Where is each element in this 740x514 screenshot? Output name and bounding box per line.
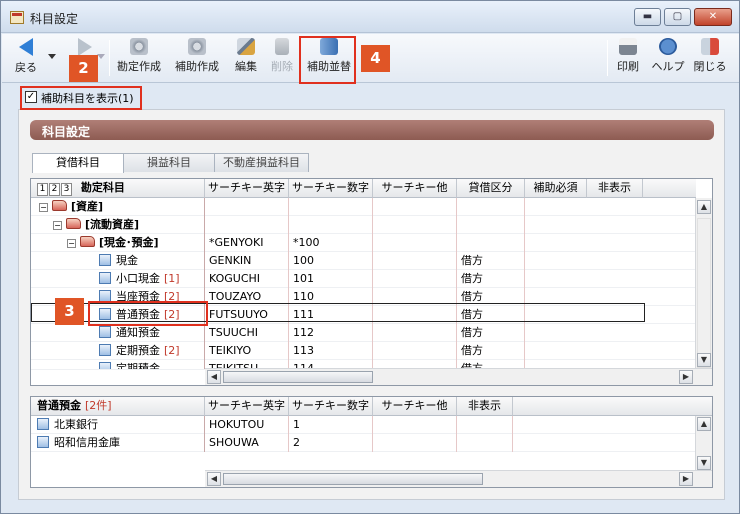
collapse-icon[interactable]: − xyxy=(53,221,62,230)
tab-profit-loss[interactable]: 損益科目 xyxy=(123,153,215,172)
table-row[interactable]: 現金 GENKIN 100 借方 xyxy=(31,252,696,270)
printer-icon xyxy=(619,38,637,55)
sub-scroll-down-icon[interactable]: ▼ xyxy=(697,456,711,470)
tab-balance[interactable]: 貸借科目 xyxy=(32,153,124,173)
minimize-button[interactable]: ▬ xyxy=(634,8,661,26)
scroll-thumb[interactable] xyxy=(223,371,373,383)
level-3-button[interactable]: 3 xyxy=(61,183,72,196)
main-window: 科目設定 ▬ ▢ ✕ 戻る 勘定作成 補助作成 編集 削除 補助並替 印刷 ヘル… xyxy=(0,0,740,514)
account-doc-icon xyxy=(99,362,111,369)
tab-real-estate[interactable]: 不動産損益科目 xyxy=(214,153,309,172)
create-sub-button[interactable]: 補助作成 xyxy=(172,38,222,80)
level-2-button[interactable]: 2 xyxy=(49,183,60,196)
table-row[interactable]: 小口現金 [1] KOGUCHI 101 借方 xyxy=(31,270,696,288)
column-header-search-alpha[interactable]: サーチキー英字 xyxy=(205,179,289,198)
table-row[interactable]: 通知預金 TSUUCHI 112 借方 xyxy=(31,324,696,342)
column-header-search-other[interactable]: サーチキー他 xyxy=(373,179,457,198)
create-account-button[interactable]: 勘定作成 xyxy=(114,38,164,80)
sub-table-row[interactable]: 北東銀行 HOKUTOU 1 xyxy=(31,416,696,434)
folder-icon xyxy=(52,200,67,211)
exit-icon xyxy=(701,38,719,55)
close-window-button[interactable]: ✕ xyxy=(694,8,732,26)
forward-arrow-icon xyxy=(78,38,92,56)
callout-badge-2: 2 xyxy=(69,55,98,82)
account-doc-icon xyxy=(99,344,111,356)
scroll-up-icon[interactable]: ▲ xyxy=(697,200,711,214)
account-doc-icon xyxy=(99,326,111,338)
collapse-icon[interactable]: − xyxy=(39,203,48,212)
column-header-account[interactable]: 123 勘定科目 xyxy=(31,179,205,198)
table-row[interactable]: − [現金･預金] *GENYOKI *100 xyxy=(31,234,696,252)
scroll-track[interactable] xyxy=(697,218,711,368)
highlight-sub-reorder xyxy=(299,36,356,84)
edit-icon xyxy=(237,38,255,55)
callout-badge-4: 4 xyxy=(361,45,390,72)
create-sub-icon xyxy=(188,38,206,55)
folder-icon xyxy=(66,218,81,229)
forward-dropdown-icon[interactable] xyxy=(97,54,105,59)
scroll-down-icon[interactable]: ▼ xyxy=(697,353,711,367)
back-dropdown-icon[interactable] xyxy=(48,54,56,59)
sub-account-grid: 普通預金 [2件] サーチキー英字 サーチキー数字 サーチキー他 非表示 北東銀行… xyxy=(30,396,713,488)
callout-badge-3: 3 xyxy=(55,298,84,325)
help-button[interactable]: ヘルプ xyxy=(650,38,686,80)
sub-column-search-other[interactable]: サーチキー他 xyxy=(373,397,457,416)
create-account-icon xyxy=(130,38,148,55)
toolbar-separator xyxy=(607,40,608,76)
edit-button[interactable]: 編集 xyxy=(231,38,261,80)
toolbar-separator xyxy=(109,40,110,76)
maximize-button[interactable]: ▢ xyxy=(664,8,691,26)
table-row[interactable]: − [流動資産] xyxy=(31,216,696,234)
folder-icon xyxy=(80,236,95,247)
sub-column-hidden[interactable]: 非表示 xyxy=(457,397,513,416)
sub-scroll-left-icon[interactable]: ◀ xyxy=(207,472,221,486)
sub-column-search-num[interactable]: サーチキー数字 xyxy=(289,397,373,416)
column-header-filler xyxy=(643,179,696,198)
back-arrow-icon xyxy=(19,38,33,56)
account-doc-icon xyxy=(99,272,111,284)
sub-grid-title: 普通預金 [2件] xyxy=(31,397,205,416)
scroll-left-icon[interactable]: ◀ xyxy=(207,370,221,384)
account-grid: 123 勘定科目 サーチキー英字 サーチキー数字 サーチキー他 貸借区分 補助必… xyxy=(30,178,713,386)
sub-vertical-scrollbar[interactable]: ▲ ▼ xyxy=(695,416,712,472)
app-icon xyxy=(10,11,24,24)
level-1-button[interactable]: 1 xyxy=(37,183,48,196)
close-button[interactable]: 閉じる xyxy=(692,38,728,80)
back-button[interactable]: 戻る xyxy=(12,38,40,80)
sub-table-row[interactable]: 昭和信用金庫 SHOUWA 2 xyxy=(31,434,696,452)
sub-scroll-right-icon[interactable]: ▶ xyxy=(679,472,693,486)
delete-button[interactable]: 削除 xyxy=(267,38,297,80)
sub-account-doc-icon xyxy=(37,418,49,430)
trash-icon xyxy=(275,38,289,55)
sub-scroll-thumb[interactable] xyxy=(223,473,483,485)
highlight-selected-account xyxy=(88,301,208,326)
window-title: 科目設定 xyxy=(30,12,79,26)
sub-account-doc-icon xyxy=(37,436,49,448)
sub-horizontal-scrollbar[interactable]: ◀ ▶ xyxy=(205,470,712,487)
account-doc-icon xyxy=(99,254,111,266)
vertical-scrollbar[interactable]: ▲ ▼ xyxy=(695,198,712,370)
column-header-sub-required[interactable]: 補助必須 xyxy=(525,179,587,198)
table-row[interactable]: − [資産] xyxy=(31,198,696,216)
table-row[interactable]: 定期預金 [2] TEIKIYO 113 借方 xyxy=(31,342,696,360)
column-header-hidden[interactable]: 非表示 xyxy=(587,179,643,198)
scroll-right-icon[interactable]: ▶ xyxy=(679,370,693,384)
print-button[interactable]: 印刷 xyxy=(613,38,643,80)
horizontal-scrollbar[interactable]: ◀ ▶ xyxy=(205,368,712,385)
help-icon xyxy=(659,38,677,55)
collapse-icon[interactable]: − xyxy=(67,239,76,248)
highlight-show-sub-checkbox xyxy=(20,86,142,110)
sub-scroll-up-icon[interactable]: ▲ xyxy=(697,417,711,431)
sub-column-filler xyxy=(513,397,712,416)
column-header-side[interactable]: 貸借区分 xyxy=(457,179,525,198)
sub-column-search-alpha[interactable]: サーチキー英字 xyxy=(205,397,289,416)
column-header-search-num[interactable]: サーチキー数字 xyxy=(289,179,373,198)
section-title: 科目設定 xyxy=(30,120,714,140)
title-bar: 科目設定 ▬ ▢ ✕ xyxy=(1,1,739,33)
